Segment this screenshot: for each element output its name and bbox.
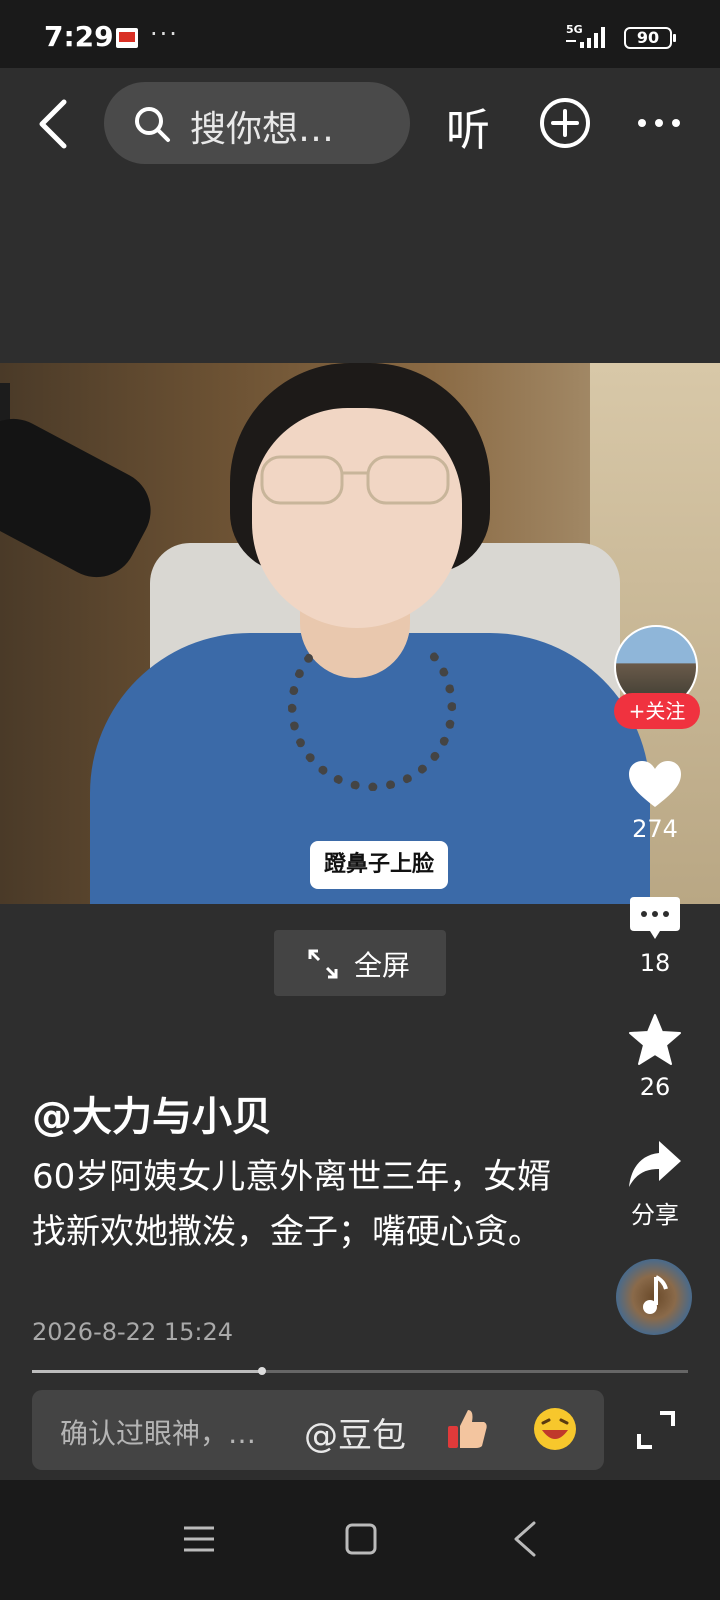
favorite-action[interactable]: 26 <box>610 1013 700 1101</box>
video-progress-fill <box>32 1370 262 1373</box>
like-count: 274 <box>632 815 678 843</box>
signal-5g-icon: 5G <box>566 23 605 48</box>
video-microphone <box>0 404 165 592</box>
thumbs-up-emoji-icon[interactable] <box>444 1406 490 1452</box>
comment-input-bar[interactable]: 确认过眼神，… @豆包 <box>32 1390 604 1470</box>
share-action[interactable]: 分享 <box>610 1139 700 1230</box>
more-options-icon[interactable] <box>634 108 684 138</box>
video-pearl-necklace <box>288 623 456 791</box>
post-description: 60岁阿姨女儿意外离世三年，女婿找新欢她撒泼，金子；嘴硬心贪。 <box>32 1157 552 1252</box>
system-back-icon[interactable] <box>510 1520 540 1558</box>
battery-indicator: 90 <box>624 27 676 49</box>
video-glasses <box>260 455 450 505</box>
network-label: 5G <box>566 23 583 36</box>
music-disc[interactable] <box>616 1259 692 1335</box>
back-arrow-icon[interactable] <box>30 96 80 152</box>
expand-arrows-icon <box>308 949 338 979</box>
add-circle-icon[interactable] <box>538 96 592 150</box>
status-time: 7:29 <box>44 20 114 53</box>
comment-placeholder: 确认过眼神，… <box>60 1417 257 1450</box>
follow-button[interactable]: +关注 <box>614 693 700 729</box>
heart-icon <box>629 761 681 807</box>
favorite-count: 26 <box>639 1073 671 1101</box>
post-date: 2026-8-22 15:24 <box>32 1318 233 1346</box>
listen-button[interactable]: 听 <box>446 94 490 158</box>
status-bar: 7:29 ··· 5G 90 <box>0 0 720 68</box>
search-placeholder: 搜你想… <box>190 109 335 150</box>
comment-count: 18 <box>639 949 671 977</box>
search-bar[interactable]: 搜你想… <box>104 82 410 164</box>
fullscreen-label: 全屏 <box>354 949 411 982</box>
status-more-indicator: ··· <box>150 20 179 48</box>
home-square-icon[interactable] <box>344 1522 378 1556</box>
video-caption: 蹬鼻子上脸 <box>310 841 449 889</box>
recent-apps-icon[interactable] <box>182 1524 216 1554</box>
share-arrow-icon <box>629 1141 681 1187</box>
comment-bubble-icon <box>630 897 680 939</box>
laughing-emoji-icon[interactable] <box>532 1406 578 1452</box>
video-progress-thumb[interactable] <box>257 1367 266 1375</box>
comment-action[interactable]: 18 <box>610 895 700 977</box>
author-name[interactable]: @大力与小贝 <box>32 1084 272 1142</box>
music-note-icon <box>643 1275 668 1314</box>
fullscreen-button[interactable]: 全屏 <box>274 930 446 996</box>
video-progress-bar[interactable] <box>32 1367 688 1375</box>
share-label: 分享 <box>631 1201 679 1229</box>
video-person-face <box>252 408 462 628</box>
star-icon <box>629 1014 681 1065</box>
system-nav-bar <box>0 1480 720 1600</box>
like-action[interactable]: 274 <box>610 759 700 843</box>
top-bar: 搜你想… 听 <box>0 68 720 178</box>
mention-doubao-button[interactable]: @豆包 <box>304 1408 406 1457</box>
search-icon <box>135 107 170 142</box>
expand-corners-icon[interactable] <box>636 1410 676 1450</box>
toutiao-notification-icon <box>116 28 138 48</box>
